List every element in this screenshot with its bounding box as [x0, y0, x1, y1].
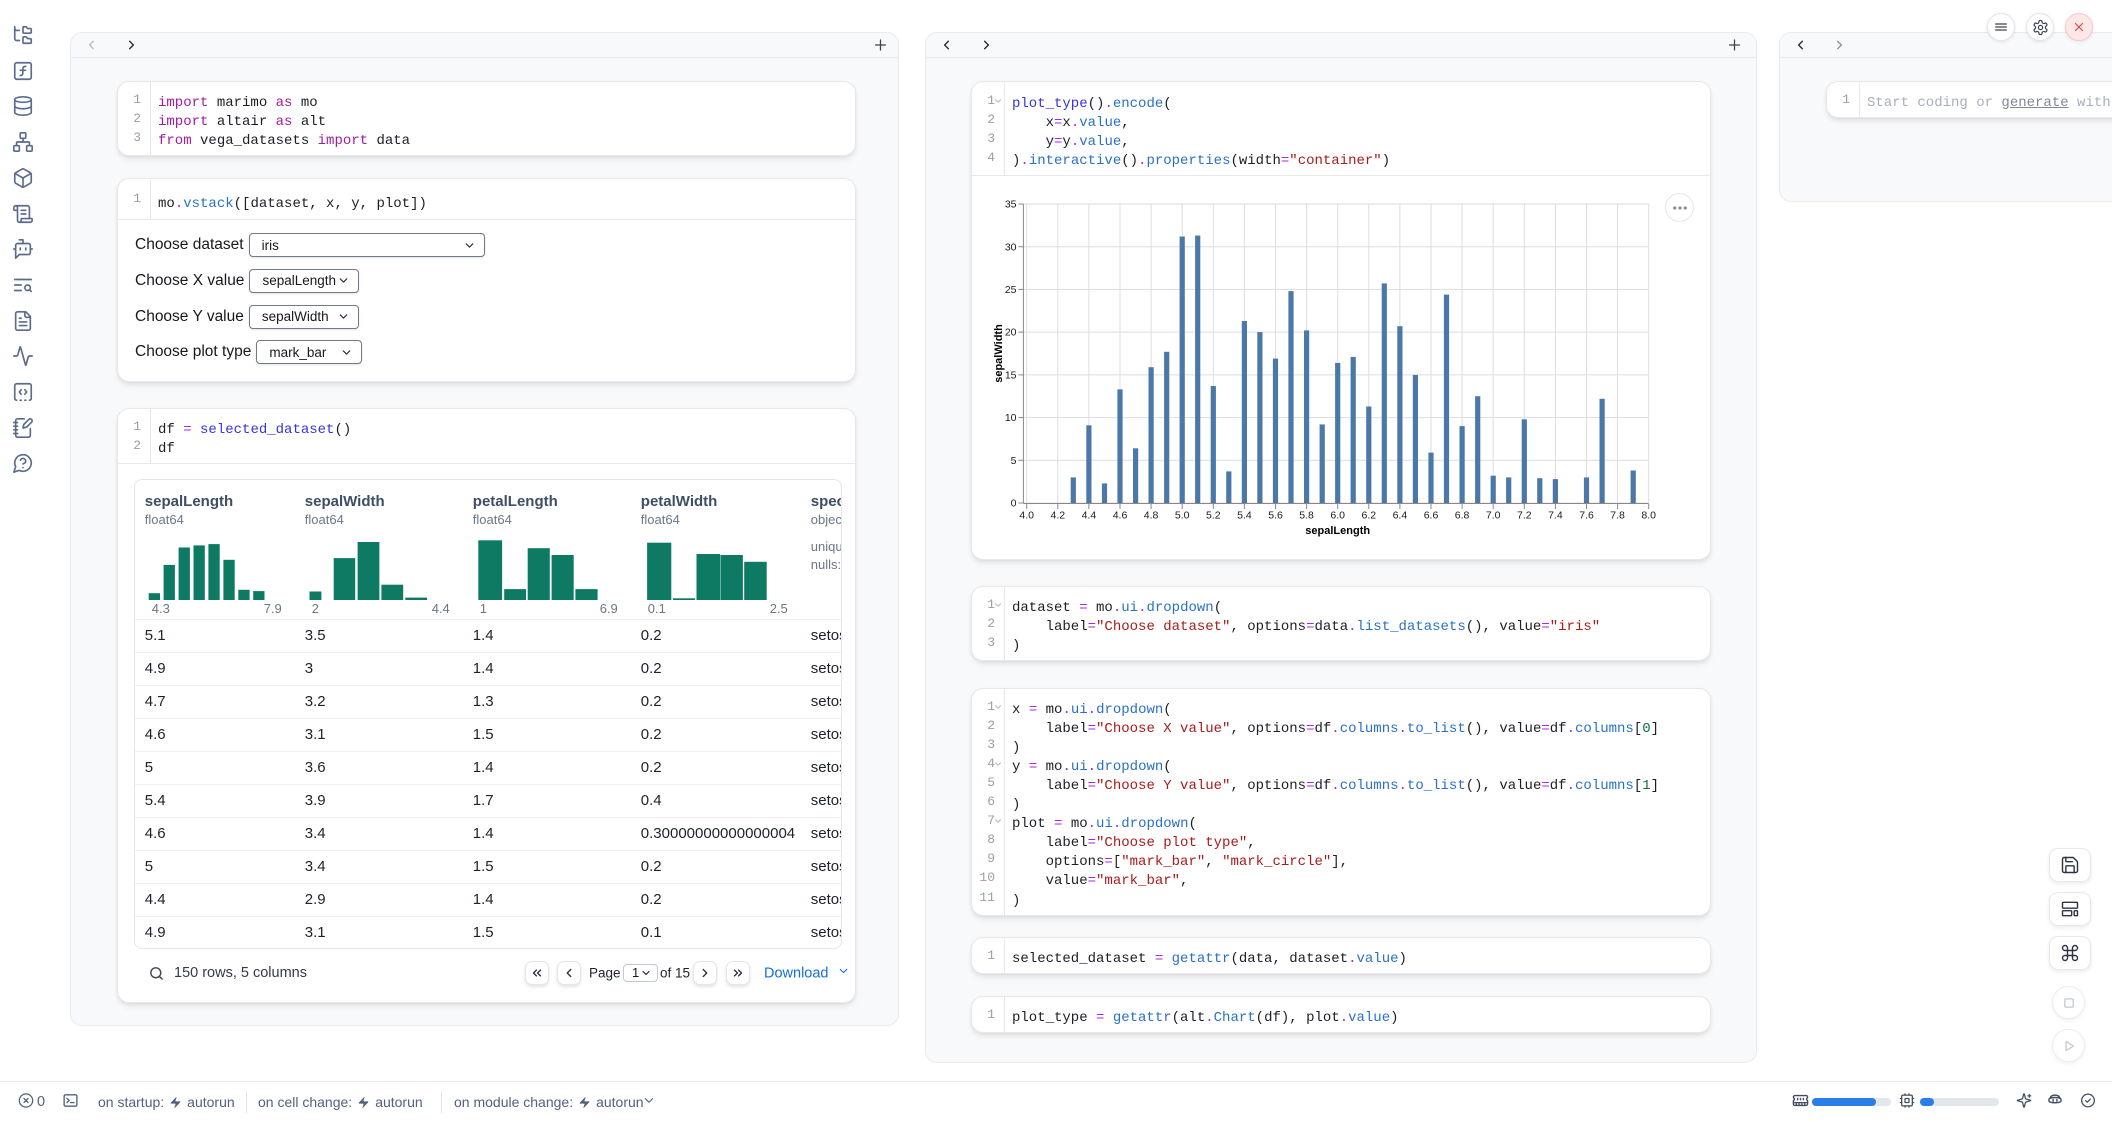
svg-text:5: 5 [1011, 455, 1017, 467]
svg-text:7.6: 7.6 [1579, 509, 1594, 521]
svg-text:8.0: 8.0 [1641, 509, 1656, 521]
svg-text:6.4: 6.4 [1393, 509, 1408, 521]
svg-text:4.6: 4.6 [1113, 509, 1128, 521]
svg-text:5.2: 5.2 [1206, 509, 1221, 521]
svg-text:0: 0 [1011, 497, 1017, 509]
svg-text:25: 25 [1005, 284, 1017, 296]
svg-text:5.4: 5.4 [1237, 509, 1252, 521]
svg-text:sepalLength: sepalLength [1305, 525, 1370, 537]
svg-text:15: 15 [1005, 369, 1017, 381]
svg-text:sepalWidth: sepalWidth [993, 324, 1005, 383]
svg-text:6.2: 6.2 [1361, 509, 1376, 521]
svg-text:7.8: 7.8 [1610, 509, 1625, 521]
svg-text:5.6: 5.6 [1268, 509, 1283, 521]
svg-text:6.8: 6.8 [1455, 509, 1470, 521]
svg-text:5.8: 5.8 [1299, 509, 1314, 521]
svg-text:4.2: 4.2 [1050, 509, 1065, 521]
svg-text:7.2: 7.2 [1517, 509, 1532, 521]
svg-text:10: 10 [1005, 412, 1017, 424]
svg-text:4.4: 4.4 [1082, 509, 1097, 521]
svg-text:5.0: 5.0 [1175, 509, 1190, 521]
svg-text:6.6: 6.6 [1424, 509, 1439, 521]
svg-text:4.8: 4.8 [1144, 509, 1159, 521]
svg-text:7.0: 7.0 [1486, 509, 1501, 521]
svg-text:4.0: 4.0 [1019, 509, 1034, 521]
svg-text:20: 20 [1005, 327, 1017, 339]
svg-text:35: 35 [1005, 198, 1017, 210]
svg-text:7.4: 7.4 [1548, 509, 1563, 521]
svg-text:30: 30 [1005, 241, 1017, 253]
svg-text:6.0: 6.0 [1330, 509, 1345, 521]
